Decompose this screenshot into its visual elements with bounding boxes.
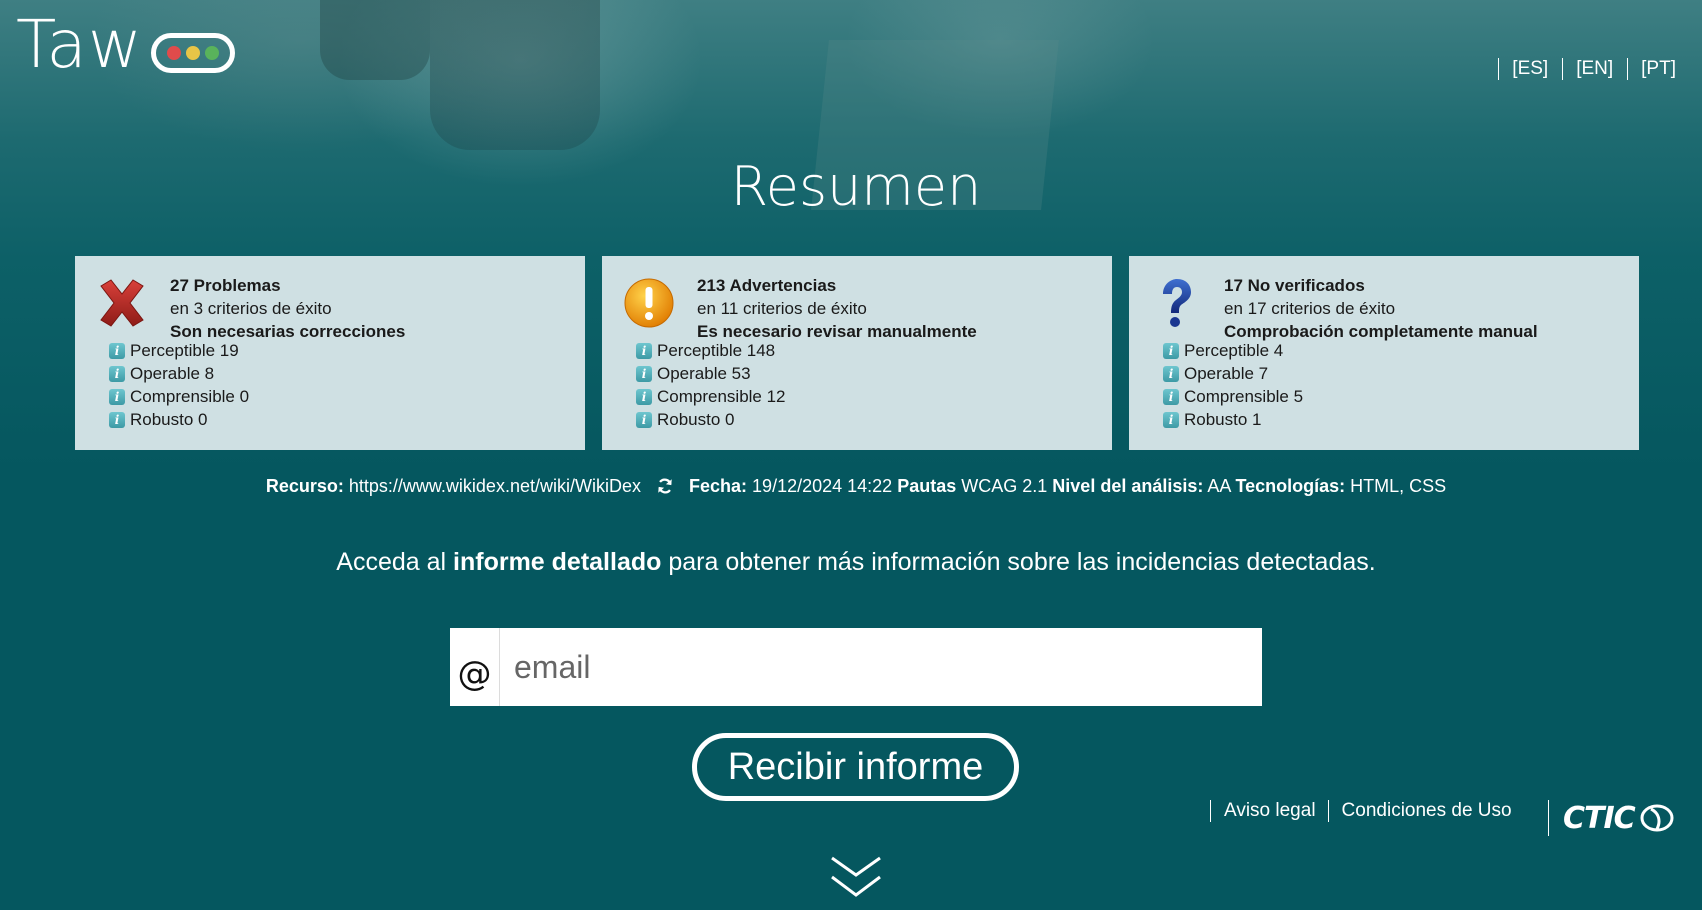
technologies-label: Tecnologías: [1235, 476, 1346, 496]
list-item: i Comprensible 0 [109, 385, 249, 408]
red-dot [166, 46, 181, 60]
list-item-label: Robusto 1 [1184, 409, 1262, 429]
logo-text: Taw [16, 6, 143, 83]
list-item-label: Perceptible 148 [657, 340, 776, 360]
lang-pt-link[interactable]: [PT] [1627, 58, 1676, 80]
lang-es-link[interactable]: [ES] [1498, 58, 1562, 80]
detailed-bold: informe detallado [453, 548, 662, 576]
list-item-label: Operable 53 [657, 363, 751, 383]
list-item: i Robusto 0 [109, 408, 249, 431]
info-icon[interactable]: i [636, 365, 652, 382]
info-icon[interactable]: i [636, 388, 652, 405]
detailed-report-text: Acceda al informe detallado para obtener… [0, 548, 1702, 577]
error-x-icon [100, 279, 144, 327]
taw-logo[interactable]: Taw [16, 12, 235, 78]
list-item-label: Comprensible 5 [1184, 386, 1304, 406]
resource-label: Recurso: [265, 476, 344, 496]
info-icon[interactable]: i [636, 342, 652, 359]
info-icon[interactable]: i [1163, 411, 1179, 428]
problems-criteria: en 3 criterios de éxito [170, 299, 332, 318]
legal-notice-link[interactable]: Aviso legal [1210, 800, 1328, 822]
summary-cards: 27 Problemas en 3 criterios de éxito Son… [75, 256, 1639, 450]
guidelines-label: Pautas [897, 476, 957, 496]
level-value: AA [1207, 476, 1231, 496]
info-icon[interactable]: i [1163, 388, 1179, 405]
unverified-breakdown: i Perceptible 4 i Operable 7 i Comprensible… [1163, 339, 1303, 431]
list-item-label: Operable 7 [1184, 363, 1269, 383]
warning-exclamation-icon [624, 278, 674, 328]
list-item: i Operable 53 [636, 362, 786, 385]
info-icon[interactable]: i [1163, 342, 1179, 359]
ctic-logo[interactable]: CTIC [1548, 800, 1675, 836]
background-photo-glass-small [320, 0, 430, 80]
list-item-label: Operable 8 [130, 363, 215, 383]
email-form: @ [450, 628, 1262, 706]
yellow-dot [185, 46, 200, 60]
info-icon[interactable]: i [109, 411, 125, 428]
list-item-label: Robusto 0 [130, 409, 208, 429]
problems-card: 27 Problemas en 3 criterios de éxito Son… [75, 256, 585, 450]
problems-breakdown: i Perceptible 19 i Operable 8 i Comprensibl… [109, 339, 249, 431]
terms-of-use-link[interactable]: Condiciones de Uso [1327, 800, 1524, 822]
footer-links: Aviso legal Condiciones de Uso [1210, 800, 1524, 822]
list-item-label: Comprensible 12 [657, 386, 786, 406]
unverified-count: 17 No verificados [1224, 276, 1365, 295]
list-item: i Comprensible 5 [1163, 385, 1303, 408]
list-item: i Comprensible 12 [636, 385, 786, 408]
list-item: i Perceptible 148 [636, 339, 786, 362]
list-item-label: Perceptible 4 [1184, 340, 1284, 360]
list-item: i Perceptible 4 [1163, 339, 1303, 362]
refresh-icon[interactable] [656, 477, 674, 495]
at-icon: @ [450, 628, 500, 706]
list-item: i Operable 7 [1163, 362, 1303, 385]
ctic-logo-text: CTIC [1563, 800, 1636, 836]
date-value: 19/12/2024 14:22 [752, 476, 893, 496]
traffic-light-icon [150, 33, 235, 73]
warnings-count: 213 Advertencias [697, 276, 837, 295]
info-icon[interactable]: i [109, 342, 125, 359]
list-item-label: Comprensible 0 [130, 386, 250, 406]
page-title: Resumen [730, 155, 982, 218]
list-item: i Robusto 0 [636, 408, 786, 431]
scroll-down-chevron-icon[interactable] [829, 855, 883, 901]
detailed-prefix: Acceda al [336, 548, 447, 576]
list-item-label: Perceptible 19 [130, 340, 239, 360]
date-label: Fecha: [689, 476, 748, 496]
question-mark-icon [1163, 279, 1191, 327]
problems-count: 27 Problemas [170, 276, 281, 295]
info-icon[interactable]: i [109, 388, 125, 405]
ctic-ring-icon [1640, 804, 1674, 832]
analysis-meta: Recurso: https://www.wikidex.net/wiki/Wi… [0, 476, 1702, 497]
background-photo-glass [430, 0, 600, 150]
lang-en-link[interactable]: [EN] [1562, 58, 1627, 80]
list-item: i Robusto 1 [1163, 408, 1303, 431]
green-dot [204, 46, 219, 60]
unverified-criteria: en 17 criterios de éxito [1224, 299, 1396, 318]
info-icon[interactable]: i [1163, 365, 1179, 382]
unverified-card: 17 No verificados en 17 criterios de éxi… [1129, 256, 1639, 450]
resource-url: https://www.wikidex.net/wiki/WikiDex [348, 476, 641, 496]
info-icon[interactable]: i [109, 365, 125, 382]
email-input[interactable] [500, 628, 1262, 706]
technologies-value: HTML, CSS [1350, 476, 1447, 496]
level-label: Nivel del análisis: [1052, 476, 1204, 496]
info-icon[interactable]: i [636, 411, 652, 428]
guidelines-value: WCAG 2.1 [961, 476, 1048, 496]
list-item: i Operable 8 [109, 362, 249, 385]
warnings-criteria: en 11 criterios de éxito [697, 299, 867, 318]
language-switcher: [ES] [EN] [PT] [1498, 58, 1676, 80]
list-item: i Perceptible 19 [109, 339, 249, 362]
warnings-card: 213 Advertencias en 11 criterios de éxit… [602, 256, 1112, 450]
warnings-breakdown: i Perceptible 148 i Operable 53 i Comprensi… [636, 339, 786, 431]
list-item-label: Robusto 0 [657, 409, 735, 429]
receive-report-button[interactable]: Recibir informe [692, 733, 1019, 801]
detailed-suffix: para obtener más información sobre las i… [668, 548, 1376, 576]
